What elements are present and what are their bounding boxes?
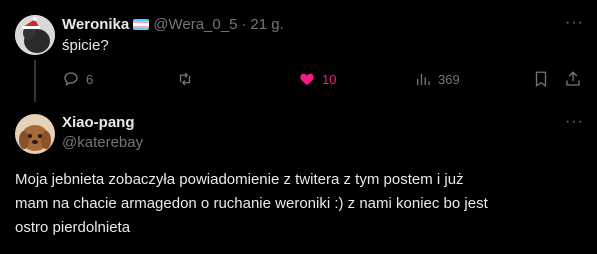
thread-line [34,60,36,102]
views-button[interactable]: 369 [414,70,460,88]
avatar-xiao-pang[interactable] [15,114,55,154]
avatar-image [15,114,55,154]
handle[interactable]: @katerebay [62,134,143,151]
views-count: 369 [438,71,460,87]
retweet-icon [179,72,191,86]
views-icon [417,73,430,85]
share-button[interactable] [564,70,582,88]
display-name[interactable]: Xiao-pang [62,114,135,131]
post-text-line: Moja jebnieta zobaczyła powiadomienie z … [15,171,464,188]
reply-count: 6 [86,71,94,87]
display-name[interactable]: Weronika [62,16,129,33]
post-text-line: ostro pierdolnieta [15,219,131,236]
avatar-weronika[interactable] [15,15,55,55]
trans-flag-icon [133,19,150,30]
post-text: śpicie? [62,37,109,54]
like-count: 10 [322,71,337,87]
post-text: Moja jebnieta zobaczyła powiadomienie z … [15,168,590,240]
share-icon [566,71,580,86]
post-text-line: mam na chacie armagedon o ruchanie weron… [15,195,488,212]
timestamp[interactable]: 21 g. [250,16,283,33]
more-icon[interactable]: ··· [565,113,584,131]
more-icon[interactable]: ··· [565,14,584,32]
like-icon [300,73,314,85]
post-header: Weronika @Wera_0_5 · 21 g. [62,16,284,33]
separator: · [241,16,247,33]
bookmark-button[interactable] [532,70,550,88]
handle[interactable]: @Wera_0_5 [153,16,237,33]
avatar-image [15,15,55,55]
retweet-button[interactable] [176,70,200,88]
reply-button[interactable]: 6 [62,70,93,88]
bookmark-icon [535,71,547,88]
reply-icon [64,72,78,86]
like-button[interactable]: 10 [298,70,336,88]
